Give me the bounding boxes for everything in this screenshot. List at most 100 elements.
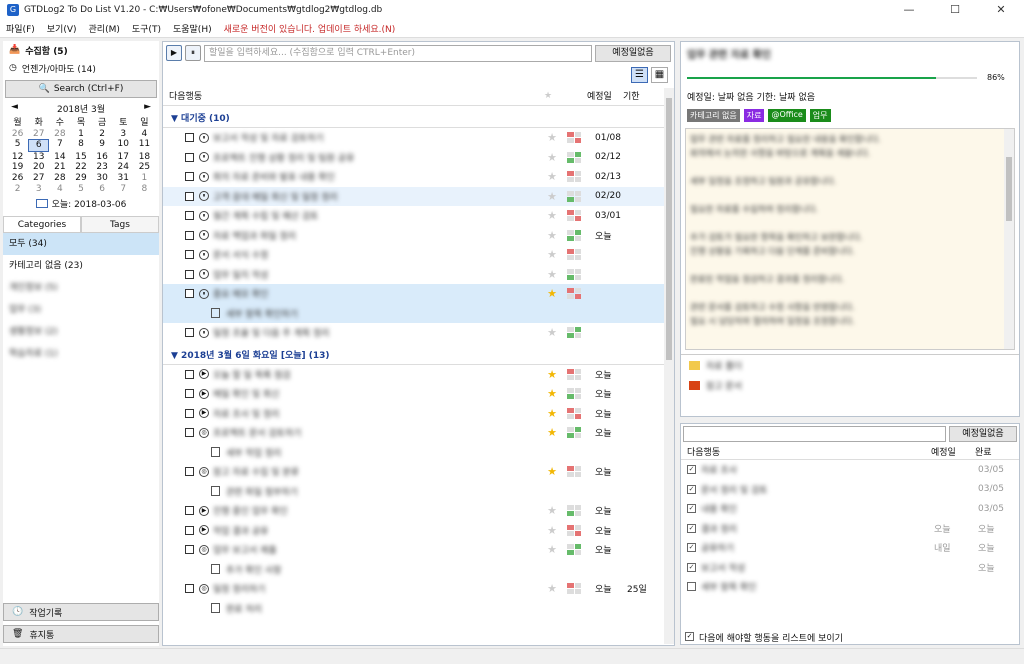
detail-title[interactable]: 업무 관련 자료 확인 xyxy=(681,42,1019,65)
inbox-item[interactable]: 📥 수집함 (5) xyxy=(3,41,159,59)
calendar-day[interactable]: 6 xyxy=(92,184,113,195)
group-header[interactable]: ▼ 대기중 (10) xyxy=(163,108,666,128)
task-row[interactable]: ▶ 작업 결과 공유 ★ 오늘 xyxy=(163,521,674,541)
task-status-icon[interactable]: ▶ xyxy=(199,505,209,516)
category-item[interactable]: 학습자료 (1) xyxy=(3,343,159,365)
menu-file[interactable]: 파일(F) xyxy=(6,22,35,35)
task-checkbox[interactable] xyxy=(185,428,194,438)
task-status-icon[interactable]: ▶ xyxy=(199,525,209,536)
priority-icon[interactable] xyxy=(567,583,581,595)
subtask-title[interactable]: 세부 작업 정리 xyxy=(226,446,281,459)
subtask-header-done[interactable]: 완료 xyxy=(975,445,1015,458)
priority-icon[interactable] xyxy=(567,249,581,261)
subtask-title[interactable]: 완료 처리 xyxy=(226,602,262,615)
calendar-day[interactable]: 26 xyxy=(7,129,28,140)
star-icon[interactable]: ★ xyxy=(543,229,561,242)
list-view-icon[interactable]: ☰ xyxy=(631,67,648,83)
task-status-icon[interactable]: ◎ xyxy=(199,427,209,438)
calendar-day[interactable]: 28 xyxy=(49,173,70,184)
calendar-day[interactable]: 9 xyxy=(92,139,113,152)
maximize-button[interactable]: ☐ xyxy=(932,0,978,20)
subtask-title[interactable]: 세부 항목 확인하기 xyxy=(226,307,298,320)
star-icon[interactable]: ★ xyxy=(543,131,561,144)
footer-option[interactable]: ✓ 다음에 해야할 행동을 리스트에 보이기 xyxy=(683,631,843,644)
priority-icon[interactable] xyxy=(567,190,581,202)
calendar-day[interactable]: 13 xyxy=(28,152,49,163)
calendar-day[interactable]: 15 xyxy=(70,152,91,163)
task-status-icon[interactable]: ▶ xyxy=(199,408,209,419)
calendar-day[interactable]: 30 xyxy=(92,173,113,184)
header-next-action[interactable]: 다음행동 xyxy=(163,89,539,102)
subtask-item[interactable]: ✓ 공유하기 내일 오늘 xyxy=(681,538,1019,558)
history-button[interactable]: 🕓 작업기록 xyxy=(3,603,159,621)
pause-icon[interactable]: ⏸ xyxy=(185,45,201,61)
star-icon[interactable]: ★ xyxy=(543,170,561,183)
calendar-day[interactable]: 7 xyxy=(49,139,70,152)
priority-icon[interactable] xyxy=(567,388,581,400)
someday-item[interactable]: ◷ 언젠가/아마도 (14) xyxy=(3,59,159,77)
calendar-day[interactable]: 2 xyxy=(7,184,28,195)
subtask-checkbox[interactable]: ✓ xyxy=(687,484,696,494)
task-status-icon[interactable]: ▶ xyxy=(199,388,209,399)
calendar-day[interactable]: 28 xyxy=(49,129,70,140)
minimize-button[interactable]: — xyxy=(886,0,932,20)
task-status-icon[interactable]: ⏸ xyxy=(199,269,209,280)
task-title[interactable]: 참고 자료 수집 및 분류 xyxy=(213,465,543,478)
tag-badge[interactable]: 업무 xyxy=(809,109,831,122)
header-due[interactable]: 예정일 xyxy=(583,89,619,102)
task-checkbox[interactable] xyxy=(185,408,194,418)
header-star[interactable]: ★ xyxy=(539,91,557,101)
task-row[interactable]: ⏸ 문서 서식 수정 ★ xyxy=(163,245,674,265)
calendar-day[interactable]: 7 xyxy=(113,184,134,195)
task-checkbox[interactable] xyxy=(185,172,194,182)
star-icon[interactable]: ★ xyxy=(543,287,561,300)
calendar-day[interactable]: 19 xyxy=(7,162,28,173)
tag-badge[interactable]: 카테고리 없음 xyxy=(687,109,740,122)
calendar-day[interactable]: 8 xyxy=(70,139,91,152)
subtask-item-title[interactable]: 문서 정리 및 검토 xyxy=(701,483,934,496)
calendar-day[interactable]: 5 xyxy=(70,184,91,195)
calendar-day[interactable]: 14 xyxy=(49,152,70,163)
subtask-checkbox[interactable]: ✓ xyxy=(687,504,696,514)
task-status-icon[interactable]: ◎ xyxy=(199,466,209,477)
task-checkbox[interactable] xyxy=(185,389,194,399)
task-checkbox[interactable] xyxy=(185,191,194,201)
priority-icon[interactable] xyxy=(567,505,581,517)
task-title[interactable]: 메일 확인 및 회신 xyxy=(213,387,543,400)
category-item[interactable]: 모두 (34) xyxy=(3,233,159,256)
subtask-item[interactable]: ✓ 보고서 작성 오늘 xyxy=(681,558,1019,578)
task-title[interactable]: 회의 자료 준비와 발표 내용 확인 xyxy=(213,170,543,183)
menu-view[interactable]: 보기(V) xyxy=(47,22,77,35)
calendar-day[interactable]: 23 xyxy=(92,162,113,173)
subtask-checkbox[interactable]: ✓ xyxy=(687,465,696,475)
task-checkbox[interactable] xyxy=(185,525,194,535)
task-title[interactable]: 업무 일지 작성 xyxy=(213,268,543,281)
task-title[interactable]: 중요 메모 확인 xyxy=(213,287,543,300)
star-icon[interactable]: ★ xyxy=(543,190,561,203)
menu-help[interactable]: 도움말(H) xyxy=(173,22,212,35)
subtask-item-title[interactable]: 결과 정리 xyxy=(701,522,934,535)
task-checkbox[interactable] xyxy=(185,211,194,221)
task-status-icon[interactable]: ▶ xyxy=(199,369,209,380)
task-title[interactable]: 자료 조사 및 정리 xyxy=(213,407,543,420)
task-status-icon[interactable]: ⏸ xyxy=(199,288,209,299)
task-checkbox[interactable] xyxy=(185,289,194,299)
task-row[interactable]: ⏸ 월간 계획 수립 및 예산 검토 ★ 03/01 xyxy=(163,206,674,226)
subtask-checkbox[interactable]: ✓ xyxy=(687,523,696,533)
calendar-day[interactable]: 31 xyxy=(113,173,134,184)
group-header[interactable]: ▼ 2018년 3월 6일 화요일 [오늘] (13) xyxy=(163,345,666,365)
subtask-checkbox[interactable]: ✓ xyxy=(687,562,696,572)
subtask-checkbox[interactable] xyxy=(687,582,696,592)
task-checkbox[interactable] xyxy=(185,506,194,516)
calendar-day[interactable]: 3 xyxy=(28,184,49,195)
task-status-icon[interactable]: ⏸ xyxy=(199,152,209,163)
priority-icon[interactable] xyxy=(567,132,581,144)
task-checkbox[interactable] xyxy=(185,269,194,279)
task-title[interactable]: 자료 백업과 파일 정리 xyxy=(213,229,543,242)
category-item[interactable]: 생활정보 (2) xyxy=(3,321,159,343)
calendar-day[interactable]: 27 xyxy=(28,129,49,140)
task-title[interactable]: 고객 응대 메일 회신 및 일정 정리 xyxy=(213,190,543,203)
category-item[interactable]: 업무 (3) xyxy=(3,299,159,321)
task-row[interactable]: ⏸ 중요 메모 확인 ★ xyxy=(163,284,674,304)
task-status-icon[interactable]: ⏸ xyxy=(199,191,209,202)
